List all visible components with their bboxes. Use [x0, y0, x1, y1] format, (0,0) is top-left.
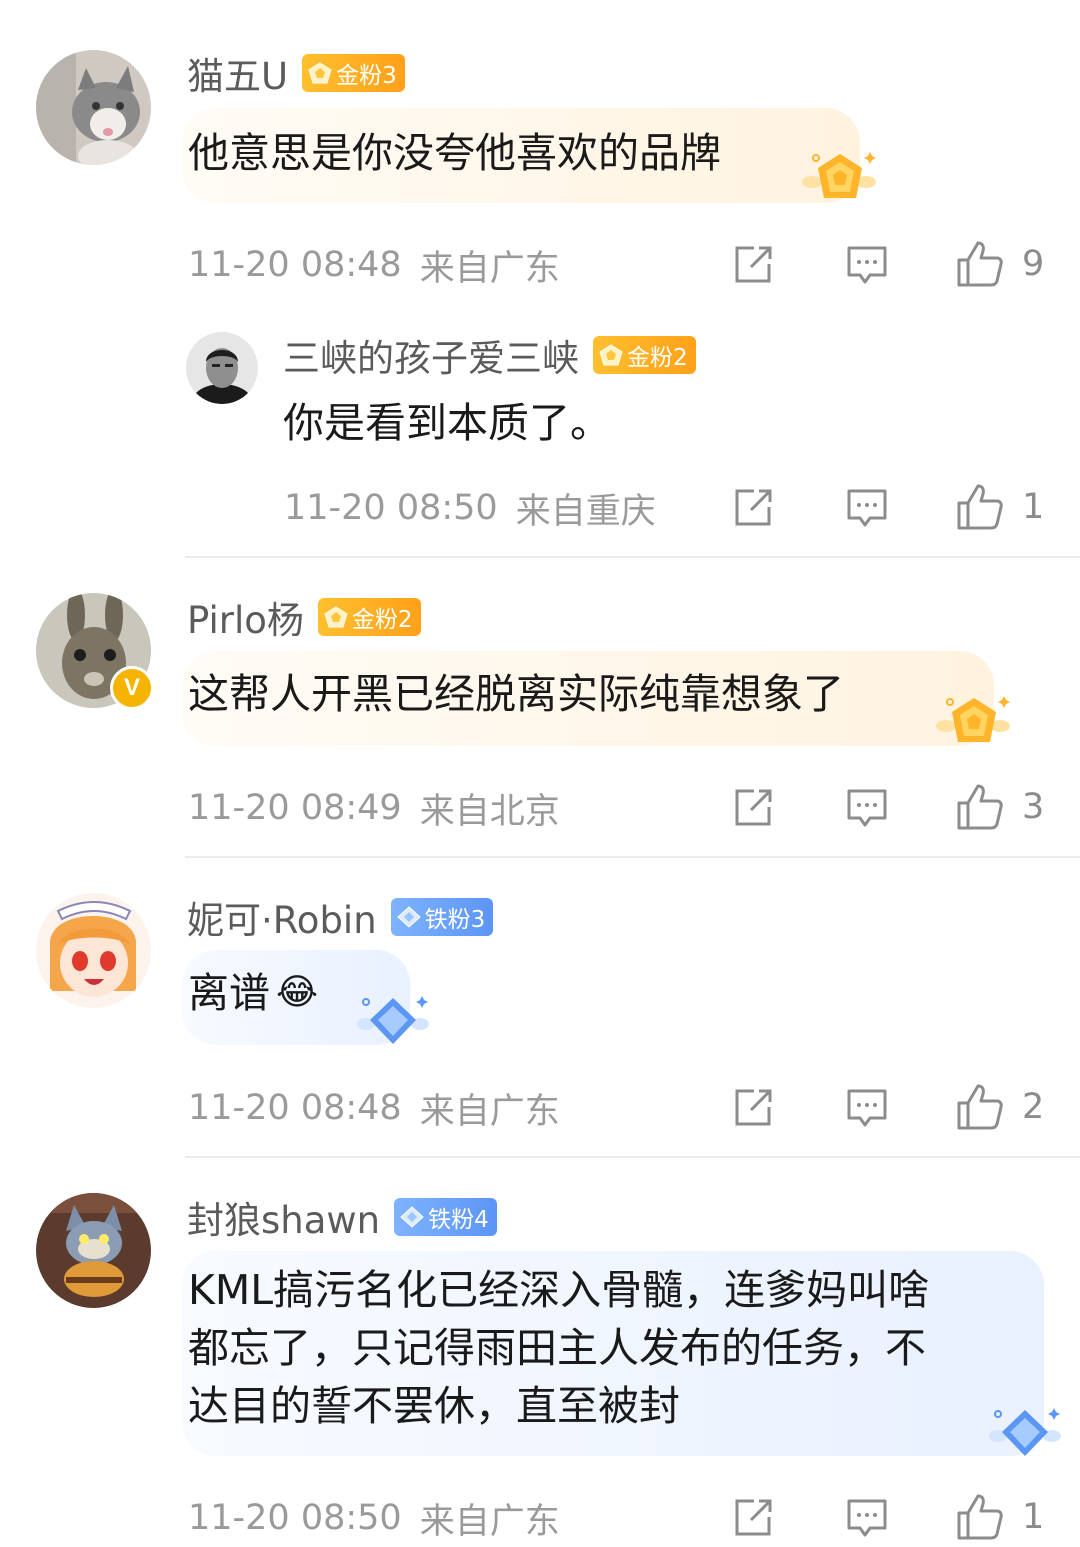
gold-medal-icon — [800, 148, 880, 214]
divider — [185, 556, 1080, 558]
username[interactable]: 三峡的孩子爱三峡 — [283, 328, 579, 382]
fan-badge-label: 金粉3 — [336, 63, 397, 89]
timestamp: 11-20 08:48 — [188, 1088, 402, 1128]
repost-button[interactable] — [732, 1087, 774, 1129]
repost-button[interactable] — [732, 1497, 774, 1539]
diamond-medal-icon — [356, 992, 432, 1054]
comment-button[interactable] — [846, 244, 888, 286]
share-icon — [735, 789, 772, 826]
location: 来自北京 — [419, 791, 560, 832]
fan-badge-label: 金粉2 — [351, 607, 413, 633]
like-count: 2 — [1022, 1087, 1045, 1127]
username[interactable]: 猫五U — [187, 46, 288, 100]
comment-bubble: 他意思是你没夸他喜欢的品牌 — [182, 108, 860, 203]
divider — [185, 1156, 1080, 1158]
fan-badge[interactable]: 金粉2 — [593, 336, 696, 374]
comment-icon — [847, 789, 887, 827]
comment-button[interactable] — [846, 487, 888, 529]
comment-icon — [847, 246, 887, 284]
comment-text: 他意思是你没夸他喜欢的品牌 — [188, 129, 721, 177]
like-button[interactable]: 3 — [956, 783, 1044, 831]
comment-bubble: 你是看到本质了。 — [283, 394, 683, 454]
anime-girl-avatar[interactable] — [36, 893, 151, 1008]
fan-badge-label: 铁粉4 — [428, 1207, 489, 1233]
thumbs-up-icon — [957, 1494, 1003, 1540]
like-button[interactable]: 2 — [956, 1083, 1044, 1131]
share-icon — [735, 1089, 772, 1126]
location: 来自广东 — [419, 1501, 560, 1542]
comment-button[interactable] — [846, 1087, 888, 1129]
verified-v-icon: V — [110, 666, 154, 710]
comment-button[interactable] — [846, 1497, 888, 1539]
comment-meta: 11-20 08:50 来自重庆 — [284, 483, 656, 533]
divider — [185, 856, 1080, 858]
username[interactable]: 妮可·Robin — [187, 890, 377, 944]
gold-gem-icon — [599, 344, 623, 366]
cat-avatar[interactable] — [36, 50, 151, 165]
comment-icon — [847, 1499, 887, 1537]
timestamp: 11-20 08:49 — [188, 788, 402, 828]
thumbs-up-icon — [957, 1084, 1003, 1130]
comment-bubble: 这帮人开黑已经脱离实际纯靠想象了 — [182, 651, 994, 746]
repost-button[interactable] — [732, 244, 774, 286]
location: 来自广东 — [419, 1091, 560, 1132]
like-button[interactable]: 1 — [956, 1493, 1044, 1541]
username[interactable]: Pirlo杨 — [187, 590, 304, 644]
comment-text: 这帮人开黑已经脱离实际纯靠想象了 — [188, 670, 844, 718]
username[interactable]: 封狼shawn — [187, 1190, 380, 1244]
comment-text: 离谱 — [188, 969, 270, 1017]
diamond-gem-icon — [400, 1206, 424, 1228]
timestamp: 11-20 08:48 — [188, 245, 402, 285]
comment-icon — [847, 1089, 887, 1127]
thumbs-up-icon — [957, 784, 1003, 830]
share-icon — [735, 1499, 772, 1536]
share-icon — [735, 489, 772, 526]
comment-meta: 11-20 08:48 来自广东 — [188, 1083, 560, 1133]
comment-icon — [847, 489, 887, 527]
comment-text: 你是看到本质了。 — [283, 399, 611, 447]
diamond-medal-icon — [988, 1404, 1064, 1466]
comment-text: KML搞污名化已经深入骨髓，连爹妈叫啥 都忘了，只记得雨田主人发布的任务，不 达… — [188, 1266, 930, 1430]
like-count: 1 — [1022, 487, 1045, 527]
comment-button[interactable] — [846, 787, 888, 829]
comment-bubble: KML搞污名化已经深入骨髓，连爹妈叫啥 都忘了，只记得雨田主人发布的任务，不 达… — [182, 1251, 1044, 1456]
person-avatar[interactable] — [186, 332, 258, 404]
timestamp: 11-20 08:50 — [188, 1498, 402, 1538]
comment-meta: 11-20 08:49 来自北京 — [188, 783, 560, 833]
thumbs-up-icon — [957, 484, 1003, 530]
repost-button[interactable] — [732, 787, 774, 829]
like-count: 1 — [1022, 1497, 1045, 1537]
repost-button[interactable] — [732, 487, 774, 529]
gold-medal-icon — [934, 692, 1014, 758]
like-button[interactable]: 1 — [956, 483, 1044, 531]
fan-badge[interactable]: 铁粉3 — [390, 898, 494, 936]
thumbs-up-icon — [957, 241, 1003, 287]
like-button[interactable]: 9 — [956, 240, 1044, 288]
diamond-gem-icon — [396, 906, 421, 928]
like-count: 9 — [1022, 244, 1045, 284]
comment-meta: 11-20 08:48 来自广东 — [188, 240, 560, 290]
location: 来自重庆 — [515, 491, 656, 532]
fan-badge-label: 铁粉3 — [424, 907, 486, 933]
laughing-crying-emoji: 😂 — [276, 972, 319, 1013]
fan-badge[interactable]: 金粉3 — [302, 54, 405, 92]
gold-gem-icon — [308, 62, 332, 84]
share-icon — [735, 246, 772, 283]
cartoon-cat-avatar[interactable] — [36, 1193, 151, 1308]
location: 来自广东 — [419, 248, 560, 289]
timestamp: 11-20 08:50 — [284, 488, 498, 528]
fan-badge-label: 金粉2 — [627, 345, 688, 371]
fan-badge[interactable]: 金粉2 — [317, 598, 421, 636]
like-count: 3 — [1022, 787, 1045, 827]
gold-gem-icon — [324, 606, 348, 628]
fan-badge[interactable]: 铁粉4 — [394, 1198, 497, 1236]
comment-meta: 11-20 08:50 来自广东 — [188, 1493, 560, 1543]
